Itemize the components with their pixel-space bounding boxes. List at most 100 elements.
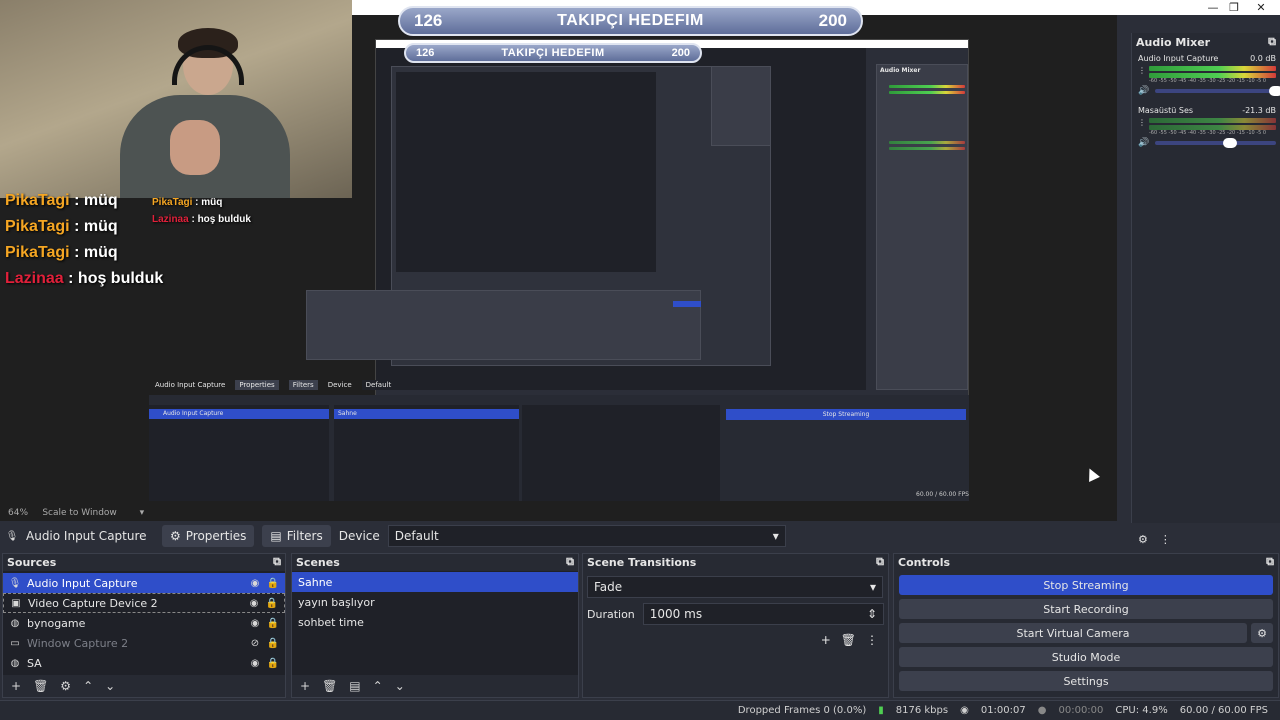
duration-label: Duration xyxy=(587,607,635,621)
camera-icon: ▣ xyxy=(11,597,21,609)
mixer-settings-icon[interactable]: ⚙ xyxy=(1138,533,1148,546)
trash-icon[interactable]: 🗑 xyxy=(841,633,856,647)
nested-docks: Audio Input Capture Properties Filters D… xyxy=(149,380,969,501)
sources-title: Sources xyxy=(7,555,57,569)
chevron-up-icon[interactable]: ⌃ xyxy=(373,679,383,693)
more-icon[interactable]: ⋮ xyxy=(1138,66,1146,84)
source-item[interactable]: ▭ Window Capture 2 ⊘ 🔒 xyxy=(3,633,285,653)
stream-icon: ◉ xyxy=(960,705,969,716)
scene-item[interactable]: sohbet time xyxy=(292,612,578,632)
obs-window: Audio Mixer Audio Input Capture Properti… xyxy=(0,0,1280,720)
filter-icon[interactable]: ▤ xyxy=(349,679,360,693)
chevron-up-icon[interactable]: ⌃ xyxy=(83,679,93,693)
more-icon[interactable]: ⋮ xyxy=(1160,533,1171,546)
lock-icon[interactable]: 🔒 xyxy=(266,597,278,609)
nested-chat-user: Lazinaa xyxy=(152,214,189,225)
chat-user: PikaTagi xyxy=(5,244,70,261)
selected-source-name: Audio Input Capture xyxy=(26,529,147,543)
nested-status: 60.00 / 60.00 FPS xyxy=(916,491,969,498)
meter-scale: -60 -55 -50 -45 -40 -35 -30 -25 -20 -15 … xyxy=(1149,130,1267,136)
minimize-icon[interactable]: — xyxy=(1202,0,1224,15)
close-icon[interactable]: ✕ xyxy=(1250,0,1272,15)
scene-item[interactable]: Sahne xyxy=(292,572,578,592)
add-icon[interactable]: + xyxy=(11,679,21,693)
volume-knob[interactable] xyxy=(1269,86,1280,96)
filters-button[interactable]: ▤ Filters xyxy=(262,525,331,547)
start-recording-button[interactable]: Start Recording xyxy=(899,599,1273,619)
duration-input[interactable]: 1000 ms ⇕ xyxy=(642,603,884,625)
goal-label: TAKIPÇI HEDEFIM xyxy=(557,12,704,29)
gear-icon[interactable]: ⚙ xyxy=(1251,623,1273,643)
stepper-icon[interactable]: ⇕ xyxy=(867,607,877,621)
undock-icon[interactable]: ⧉ xyxy=(566,555,574,569)
source-label: Video Capture Device 2 xyxy=(28,596,158,610)
lock-icon[interactable]: 🔒 xyxy=(267,577,279,589)
eye-icon[interactable]: ◉ xyxy=(248,597,260,609)
meter-row: ⋮ -60 -55 -50 -45 -40 -35 -30 -25 -20 -1… xyxy=(1138,66,1276,84)
lock-icon[interactable]: 🔒 xyxy=(267,657,279,669)
chevron-down-icon[interactable]: ⌄ xyxy=(105,679,115,693)
start-virtual-camera-button[interactable]: Start Virtual Camera xyxy=(899,623,1247,643)
chevron-down-icon[interactable]: ⌄ xyxy=(395,679,405,693)
globe-icon: ◍ xyxy=(10,617,20,629)
lock-icon[interactable]: 🔒 xyxy=(267,617,279,629)
mic-icon: 🎙 xyxy=(5,530,19,542)
zoom-bar: 64% Scale to Window ▾ xyxy=(0,505,1117,521)
zoom-level[interactable]: 64% xyxy=(8,508,28,518)
mixer-toolbar: ⚙ ⋮ xyxy=(1138,533,1171,546)
lock-icon[interactable]: 🔒 xyxy=(267,637,279,649)
channel-header: Audio Input Capture 0.0 dB xyxy=(1138,54,1276,63)
properties-button[interactable]: ⚙ Properties xyxy=(162,525,255,547)
scene-label: Sahne xyxy=(298,575,333,589)
source-item[interactable]: 🎙 Audio Input Capture ◉ 🔒 xyxy=(3,573,285,593)
eye-icon[interactable]: ◉ xyxy=(249,617,261,629)
add-icon[interactable]: + xyxy=(821,633,831,647)
more-icon[interactable]: ⋮ xyxy=(1138,118,1146,136)
undock-icon[interactable]: ⧉ xyxy=(273,555,281,569)
scenes-dock: Scenes ⧉ Sahne yayın başlıyor sohbet tim… xyxy=(291,553,579,698)
zoom-mode[interactable]: Scale to Window xyxy=(42,508,116,518)
scene-item[interactable]: yayın başlıyor xyxy=(292,592,578,612)
gear-icon[interactable]: ⚙ xyxy=(60,679,71,693)
speaker-icon[interactable]: 🔊 xyxy=(1138,86,1149,96)
virtual-camera-row: Start Virtual Camera ⚙ xyxy=(894,623,1278,647)
webcam-feed xyxy=(0,0,352,198)
transition-select[interactable]: Fade ▾ xyxy=(587,576,883,598)
volume-slider[interactable] xyxy=(1155,86,1280,96)
nested-device-label: Device xyxy=(327,381,352,389)
source-item[interactable]: ▣ Video Capture Device 2 ◉ 🔒 xyxy=(3,593,285,613)
studio-mode-button[interactable]: Studio Mode xyxy=(899,647,1273,667)
nested-mixer: Audio Mixer xyxy=(876,64,968,390)
eye-icon[interactable]: ◉ xyxy=(249,577,261,589)
undock-icon[interactable]: ⧉ xyxy=(876,555,884,569)
transitions-dock: Scene Transitions ⧉ Fade ▾ Duration 1000… xyxy=(582,553,889,698)
undock-icon[interactable]: ⧉ xyxy=(1266,555,1274,569)
eye-icon[interactable]: ◉ xyxy=(249,657,261,669)
source-item[interactable]: ◍ SA ◉ 🔒 xyxy=(3,653,285,673)
mixer-title: Audio Mixer xyxy=(1136,35,1211,49)
nested-chat-message: PikaTagi : müq xyxy=(152,197,251,214)
meter-stack: -60 -55 -50 -45 -40 -35 -30 -25 -20 -15 … xyxy=(1149,118,1276,136)
eye-hidden-icon[interactable]: ⊘ xyxy=(249,637,261,649)
mixer-channel: Masaüstü Ses -21.3 dB ⋮ -60 -55 -50 -45 … xyxy=(1138,106,1276,148)
restore-icon[interactable]: ❐ xyxy=(1223,0,1245,15)
speaker-icon[interactable]: 🔊 xyxy=(1138,138,1149,148)
source-item[interactable]: ◍ bynogame ◉ 🔒 xyxy=(3,613,285,633)
more-icon[interactable]: ⋮ xyxy=(866,633,878,647)
volume-knob[interactable] xyxy=(1223,138,1238,148)
trash-icon[interactable]: 🗑 xyxy=(322,679,337,693)
controls-header: Controls ⧉ xyxy=(894,554,1278,570)
add-icon[interactable]: + xyxy=(300,679,310,693)
meter-row: ⋮ -60 -55 -50 -45 -40 -35 -30 -25 -20 -1… xyxy=(1138,118,1276,136)
stop-streaming-button[interactable]: Stop Streaming xyxy=(899,575,1273,595)
level-meter-left xyxy=(1149,66,1276,71)
transition-type: Fade xyxy=(594,580,623,594)
undock-icon[interactable]: ⧉ xyxy=(1268,35,1276,49)
volume-slider[interactable] xyxy=(1155,138,1276,148)
settings-button[interactable]: Settings xyxy=(899,671,1273,691)
chevron-down-icon[interactable]: ▾ xyxy=(140,508,145,518)
device-select[interactable]: Default ▾ xyxy=(387,525,786,547)
device-label: Device xyxy=(338,529,380,543)
signal-icon: ▮ xyxy=(878,705,884,716)
trash-icon[interactable]: 🗑 xyxy=(33,679,48,693)
